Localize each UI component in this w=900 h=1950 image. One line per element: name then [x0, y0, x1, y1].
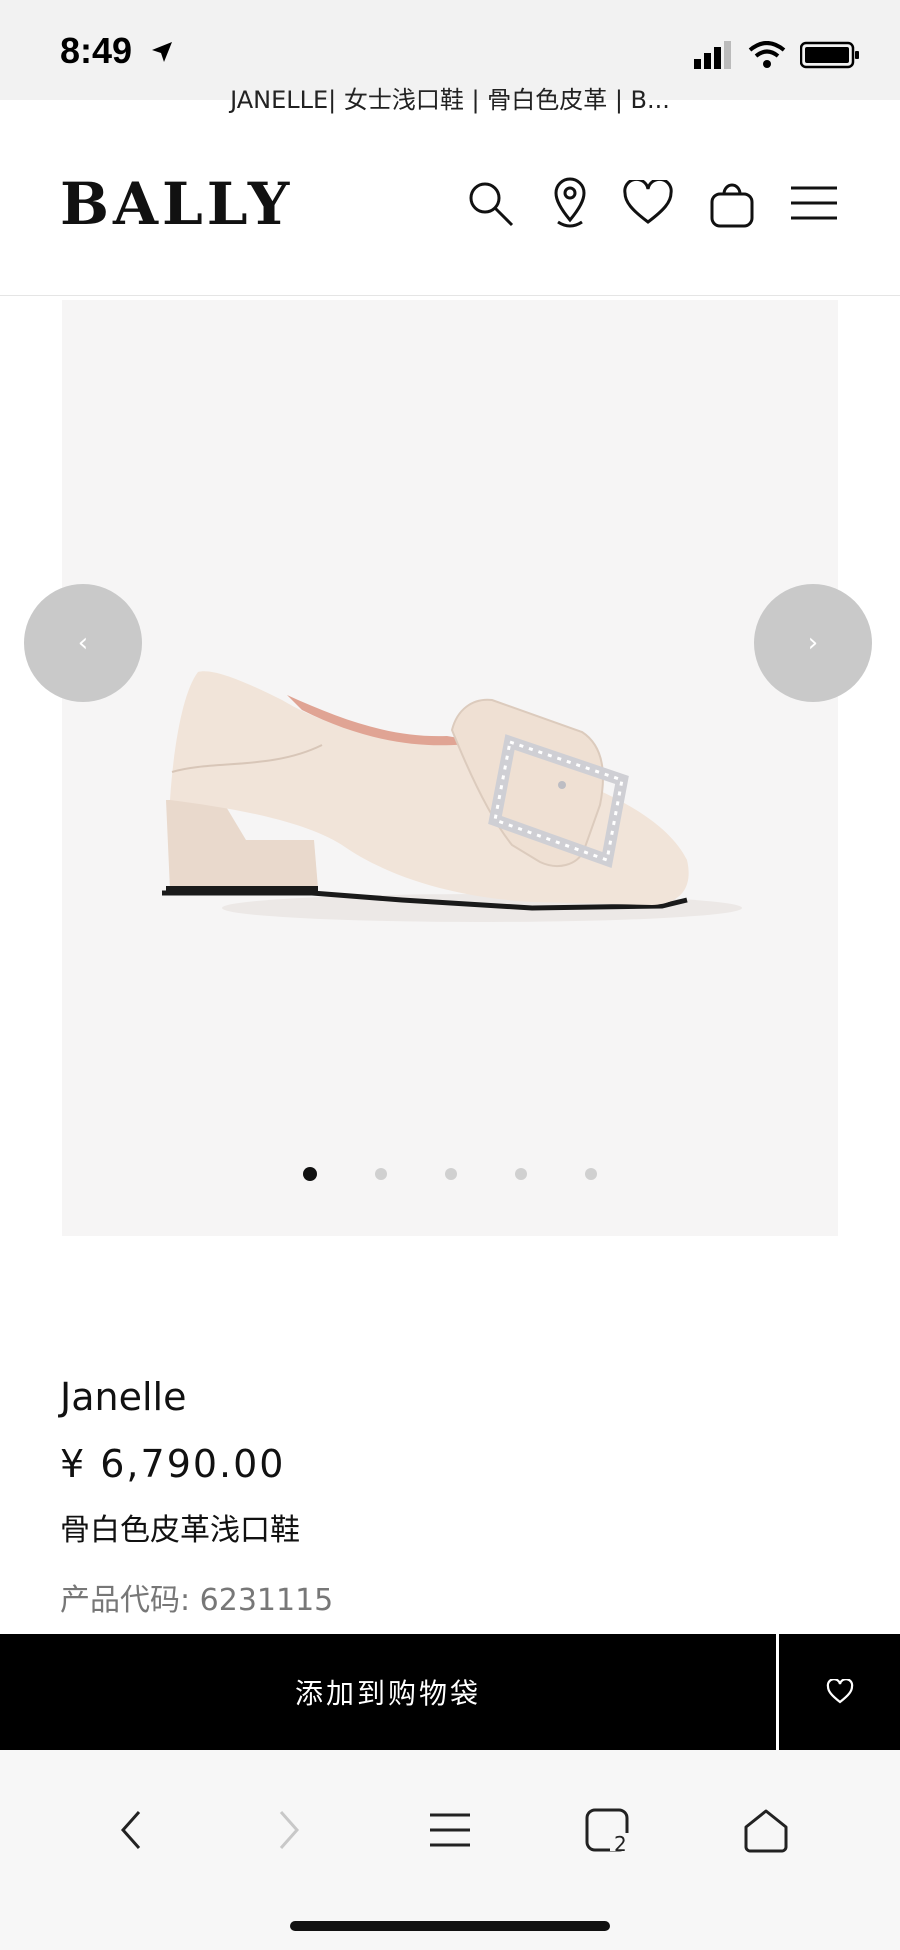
previous-image-button[interactable]: ‹	[24, 584, 142, 702]
wishlist-button[interactable]	[620, 175, 676, 231]
product-image	[162, 671, 742, 922]
chevron-left-icon: ‹	[77, 628, 89, 658]
chevron-right-icon: ›	[807, 628, 819, 658]
browser-page-title: JANELLE| 女士浅口鞋 | 骨白色皮革 | B...	[230, 86, 670, 114]
gallery-pagination	[0, 1167, 900, 1181]
browser-home-button[interactable]	[726, 1790, 806, 1870]
menu-button[interactable]	[786, 175, 842, 231]
status-bar: 8:49 JANELLE| 女士浅口鞋 | 骨白色皮革 | B...	[0, 0, 900, 114]
status-time: 8:49	[60, 30, 133, 71]
product-name: Janelle	[60, 1375, 187, 1419]
store-locator-button[interactable]	[542, 175, 598, 231]
add-to-wishlist-button[interactable]	[779, 1634, 900, 1750]
shopping-bag-button[interactable]	[704, 175, 760, 231]
site-header: BALLY	[0, 120, 900, 296]
pagination-dot[interactable]	[375, 1168, 387, 1180]
browser-forward-button[interactable]	[248, 1790, 328, 1870]
next-image-button[interactable]: ›	[754, 584, 872, 702]
search-button[interactable]	[462, 175, 518, 231]
status-indicators	[694, 40, 860, 70]
chevron-right-icon	[279, 1811, 300, 1849]
location-pin-icon	[554, 177, 586, 228]
browser-tabs-button[interactable]: 2	[568, 1790, 648, 1870]
pagination-dot[interactable]	[515, 1168, 527, 1180]
location-arrow-icon	[152, 42, 172, 62]
pagination-dot[interactable]	[585, 1168, 597, 1180]
brand-logo[interactable]: BALLY	[60, 170, 293, 238]
browser-back-button[interactable]	[92, 1790, 172, 1870]
pagination-dot[interactable]	[445, 1168, 457, 1180]
tabs-icon: 2	[585, 1808, 630, 1853]
home-icon	[744, 1809, 788, 1853]
search-icon	[469, 182, 514, 227]
home-indicator	[290, 1921, 610, 1931]
menu-icon	[430, 1813, 470, 1847]
signal-icon	[694, 41, 731, 69]
browser-menu-button[interactable]	[410, 1790, 490, 1870]
product-code: 产品代码: 6231115	[60, 1583, 334, 1618]
browser-toolbar: 2	[0, 1750, 900, 1950]
pagination-dot[interactable]	[303, 1167, 317, 1181]
heart-icon	[623, 180, 673, 224]
svg-text:2: 2	[614, 1832, 627, 1853]
add-to-cart-bar: 添加到购物袋	[0, 1634, 900, 1750]
wifi-icon	[748, 41, 786, 68]
product-price: ¥ 6,790.00	[60, 1442, 286, 1486]
product-description: 骨白色皮革浅口鞋	[60, 1513, 300, 1548]
add-to-bag-button[interactable]: 添加到购物袋	[0, 1634, 776, 1750]
chevron-left-icon	[120, 1811, 141, 1849]
battery-icon	[800, 41, 859, 69]
shopping-bag-icon	[710, 183, 754, 228]
heart-icon	[826, 1679, 853, 1704]
product-image-gallery[interactable]	[62, 300, 838, 1236]
menu-icon	[791, 186, 837, 220]
